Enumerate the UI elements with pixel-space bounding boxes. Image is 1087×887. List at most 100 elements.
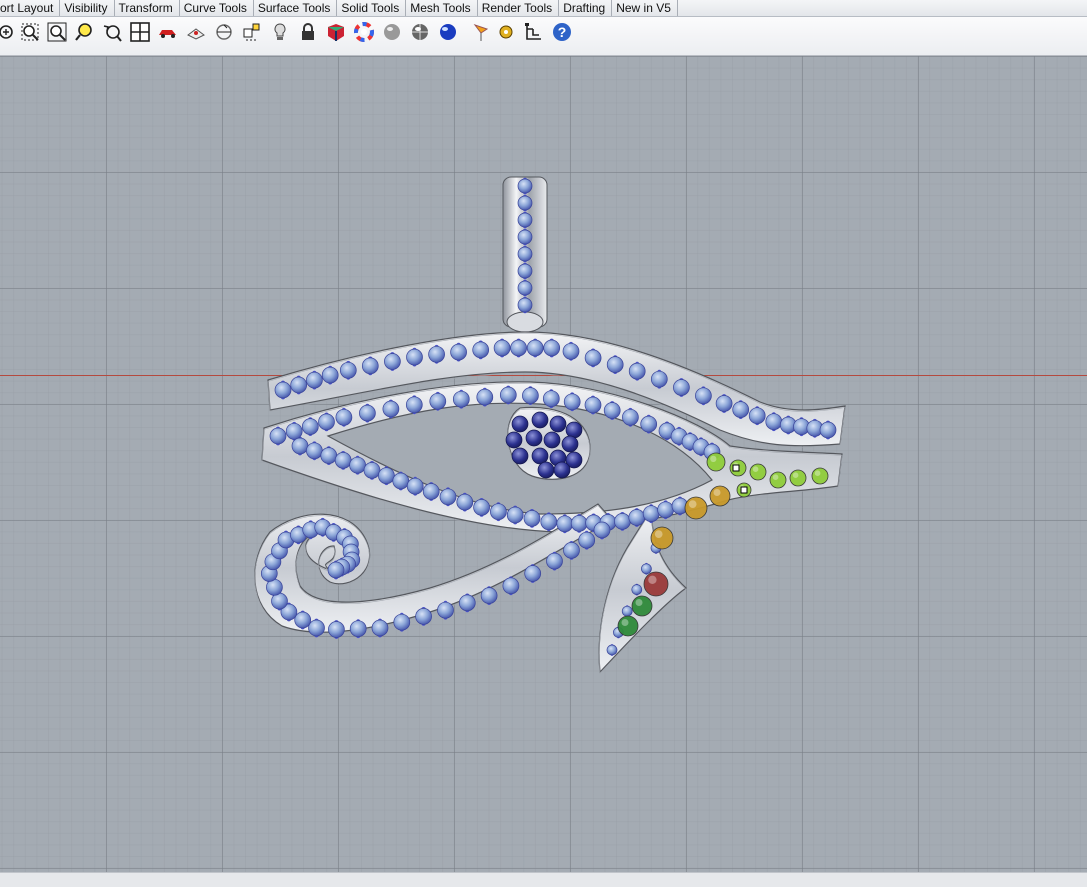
status-bar <box>0 872 1087 887</box>
eye-top-stone <box>269 427 287 445</box>
tab-render-tools[interactable]: Render Tools <box>478 0 560 16</box>
eye-bottom-stone <box>506 506 524 524</box>
spiral-stone <box>415 608 432 625</box>
tab-drafting[interactable]: Drafting <box>559 0 613 16</box>
pendant-model[interactable] <box>0 56 1087 872</box>
eyebrow-stone <box>428 345 445 363</box>
lock-icon[interactable] <box>296 20 320 44</box>
spiral-stone <box>593 521 611 539</box>
eye-bottom-stone <box>349 456 366 474</box>
eyebrow-stone <box>406 348 423 366</box>
eyebrow-stone <box>715 395 733 412</box>
eye-bottom-stone <box>306 442 323 460</box>
ribbon-tab-bar: ort Layout Visibility Transform Curve Tools… <box>0 0 1087 17</box>
tab-transform[interactable]: Transform <box>115 0 180 16</box>
highlight-icon[interactable] <box>468 20 492 44</box>
rendered-sphere-icon[interactable] <box>408 20 432 44</box>
bail-stone <box>517 280 533 296</box>
shaded-icon[interactable] <box>324 20 348 44</box>
control-point <box>732 464 740 472</box>
tab-curve-tools[interactable]: Curve Tools <box>180 0 254 16</box>
eye-bottom-stone <box>392 472 410 490</box>
rotate-view-icon[interactable] <box>212 20 236 44</box>
accent-stone <box>631 595 653 617</box>
svg-text:?: ? <box>558 24 567 40</box>
eye-bottom-stone <box>614 513 631 530</box>
tab-solid-tools[interactable]: Solid Tools <box>337 0 407 16</box>
tab-list: ort Layout Visibility Transform Curve Tools… <box>0 0 678 16</box>
eye-top-stone <box>359 404 376 422</box>
accent-stone <box>709 485 731 507</box>
tab-new-in-v5[interactable]: New in V5 <box>612 0 678 16</box>
zoom-extents-icon[interactable] <box>0 20 18 44</box>
pupil-stone <box>537 461 555 479</box>
eye-bottom-stone <box>291 437 309 455</box>
eyebrow-stone <box>673 379 690 396</box>
zoom-window-icon[interactable] <box>18 20 42 44</box>
eyebrow-stone <box>765 413 783 431</box>
eye-top-stone <box>522 387 539 404</box>
pupil-stone <box>561 435 579 453</box>
eye-top-stone <box>405 396 423 414</box>
eyebrow-stone <box>606 356 624 373</box>
accent-stone <box>769 471 787 489</box>
eyebrow-stone <box>339 361 357 379</box>
tab-ort-layout[interactable]: ort Layout <box>0 0 61 16</box>
zoom-selected-icon[interactable] <box>45 20 69 44</box>
eyebrow-stone <box>695 387 712 405</box>
car-icon[interactable] <box>156 20 180 44</box>
teardrop-stone <box>621 605 633 617</box>
pupil-stone <box>505 431 523 449</box>
select-points-icon[interactable] <box>240 20 264 44</box>
eye-bottom-stone <box>628 509 646 526</box>
spiral-stone <box>480 587 498 604</box>
eyebrow-stone <box>543 339 561 357</box>
blue-sphere-icon[interactable] <box>436 20 460 44</box>
teardrop-stone <box>631 584 643 595</box>
front-viewport[interactable] <box>0 56 1087 872</box>
eye-bottom-stone <box>320 447 338 464</box>
pupil-stone <box>565 421 583 439</box>
tree-icon[interactable] <box>522 20 546 44</box>
undo-view-icon[interactable] <box>100 20 124 44</box>
accent-stone <box>650 526 674 550</box>
eye-top-stone <box>584 396 602 414</box>
eyebrow-stone <box>562 342 580 360</box>
color-wheel-icon[interactable] <box>352 20 376 44</box>
eyebrow-stone <box>819 421 837 439</box>
help-icon[interactable]: ? <box>550 20 574 44</box>
eyebrow-stone <box>306 371 323 389</box>
bail-stone <box>517 178 533 194</box>
four-viewports-icon[interactable] <box>128 20 152 44</box>
spiral-stone <box>458 594 476 612</box>
ghosted-sphere-icon[interactable] <box>380 20 404 44</box>
tab-surface-tools[interactable]: Surface Tools <box>254 0 338 16</box>
gear-icon[interactable] <box>494 20 518 44</box>
light-icon[interactable] <box>268 20 292 44</box>
pupil-stone <box>553 461 571 479</box>
eye-bottom-stone <box>363 462 381 479</box>
eyebrow-stone <box>493 339 511 357</box>
eye-top-stone <box>542 390 560 408</box>
bail-stone <box>517 297 533 313</box>
tab-visibility[interactable]: Visibility <box>60 0 115 16</box>
eyebrow-stone <box>628 362 646 380</box>
accent-stone <box>789 469 807 487</box>
eye-bottom-stone <box>570 515 588 532</box>
eye-top-stone <box>429 392 447 410</box>
zoom-target-icon[interactable] <box>73 20 97 44</box>
tab-mesh-tools[interactable]: Mesh Tools <box>406 0 478 16</box>
eye-bottom-stone <box>556 515 574 533</box>
eye-top-stone <box>563 393 581 411</box>
eye-top-stone <box>335 408 353 426</box>
named-views-icon[interactable] <box>184 20 208 44</box>
eyebrow-stone <box>510 339 527 357</box>
eye-top-stone <box>382 400 400 418</box>
bail-stone <box>517 229 533 245</box>
toolbar: ? <box>0 17 1087 56</box>
bail-stone <box>517 195 533 211</box>
pupil-stone <box>531 411 549 429</box>
pupil-stone <box>511 415 529 433</box>
eyebrow-stone <box>274 381 292 399</box>
spiral-stone <box>578 531 596 549</box>
